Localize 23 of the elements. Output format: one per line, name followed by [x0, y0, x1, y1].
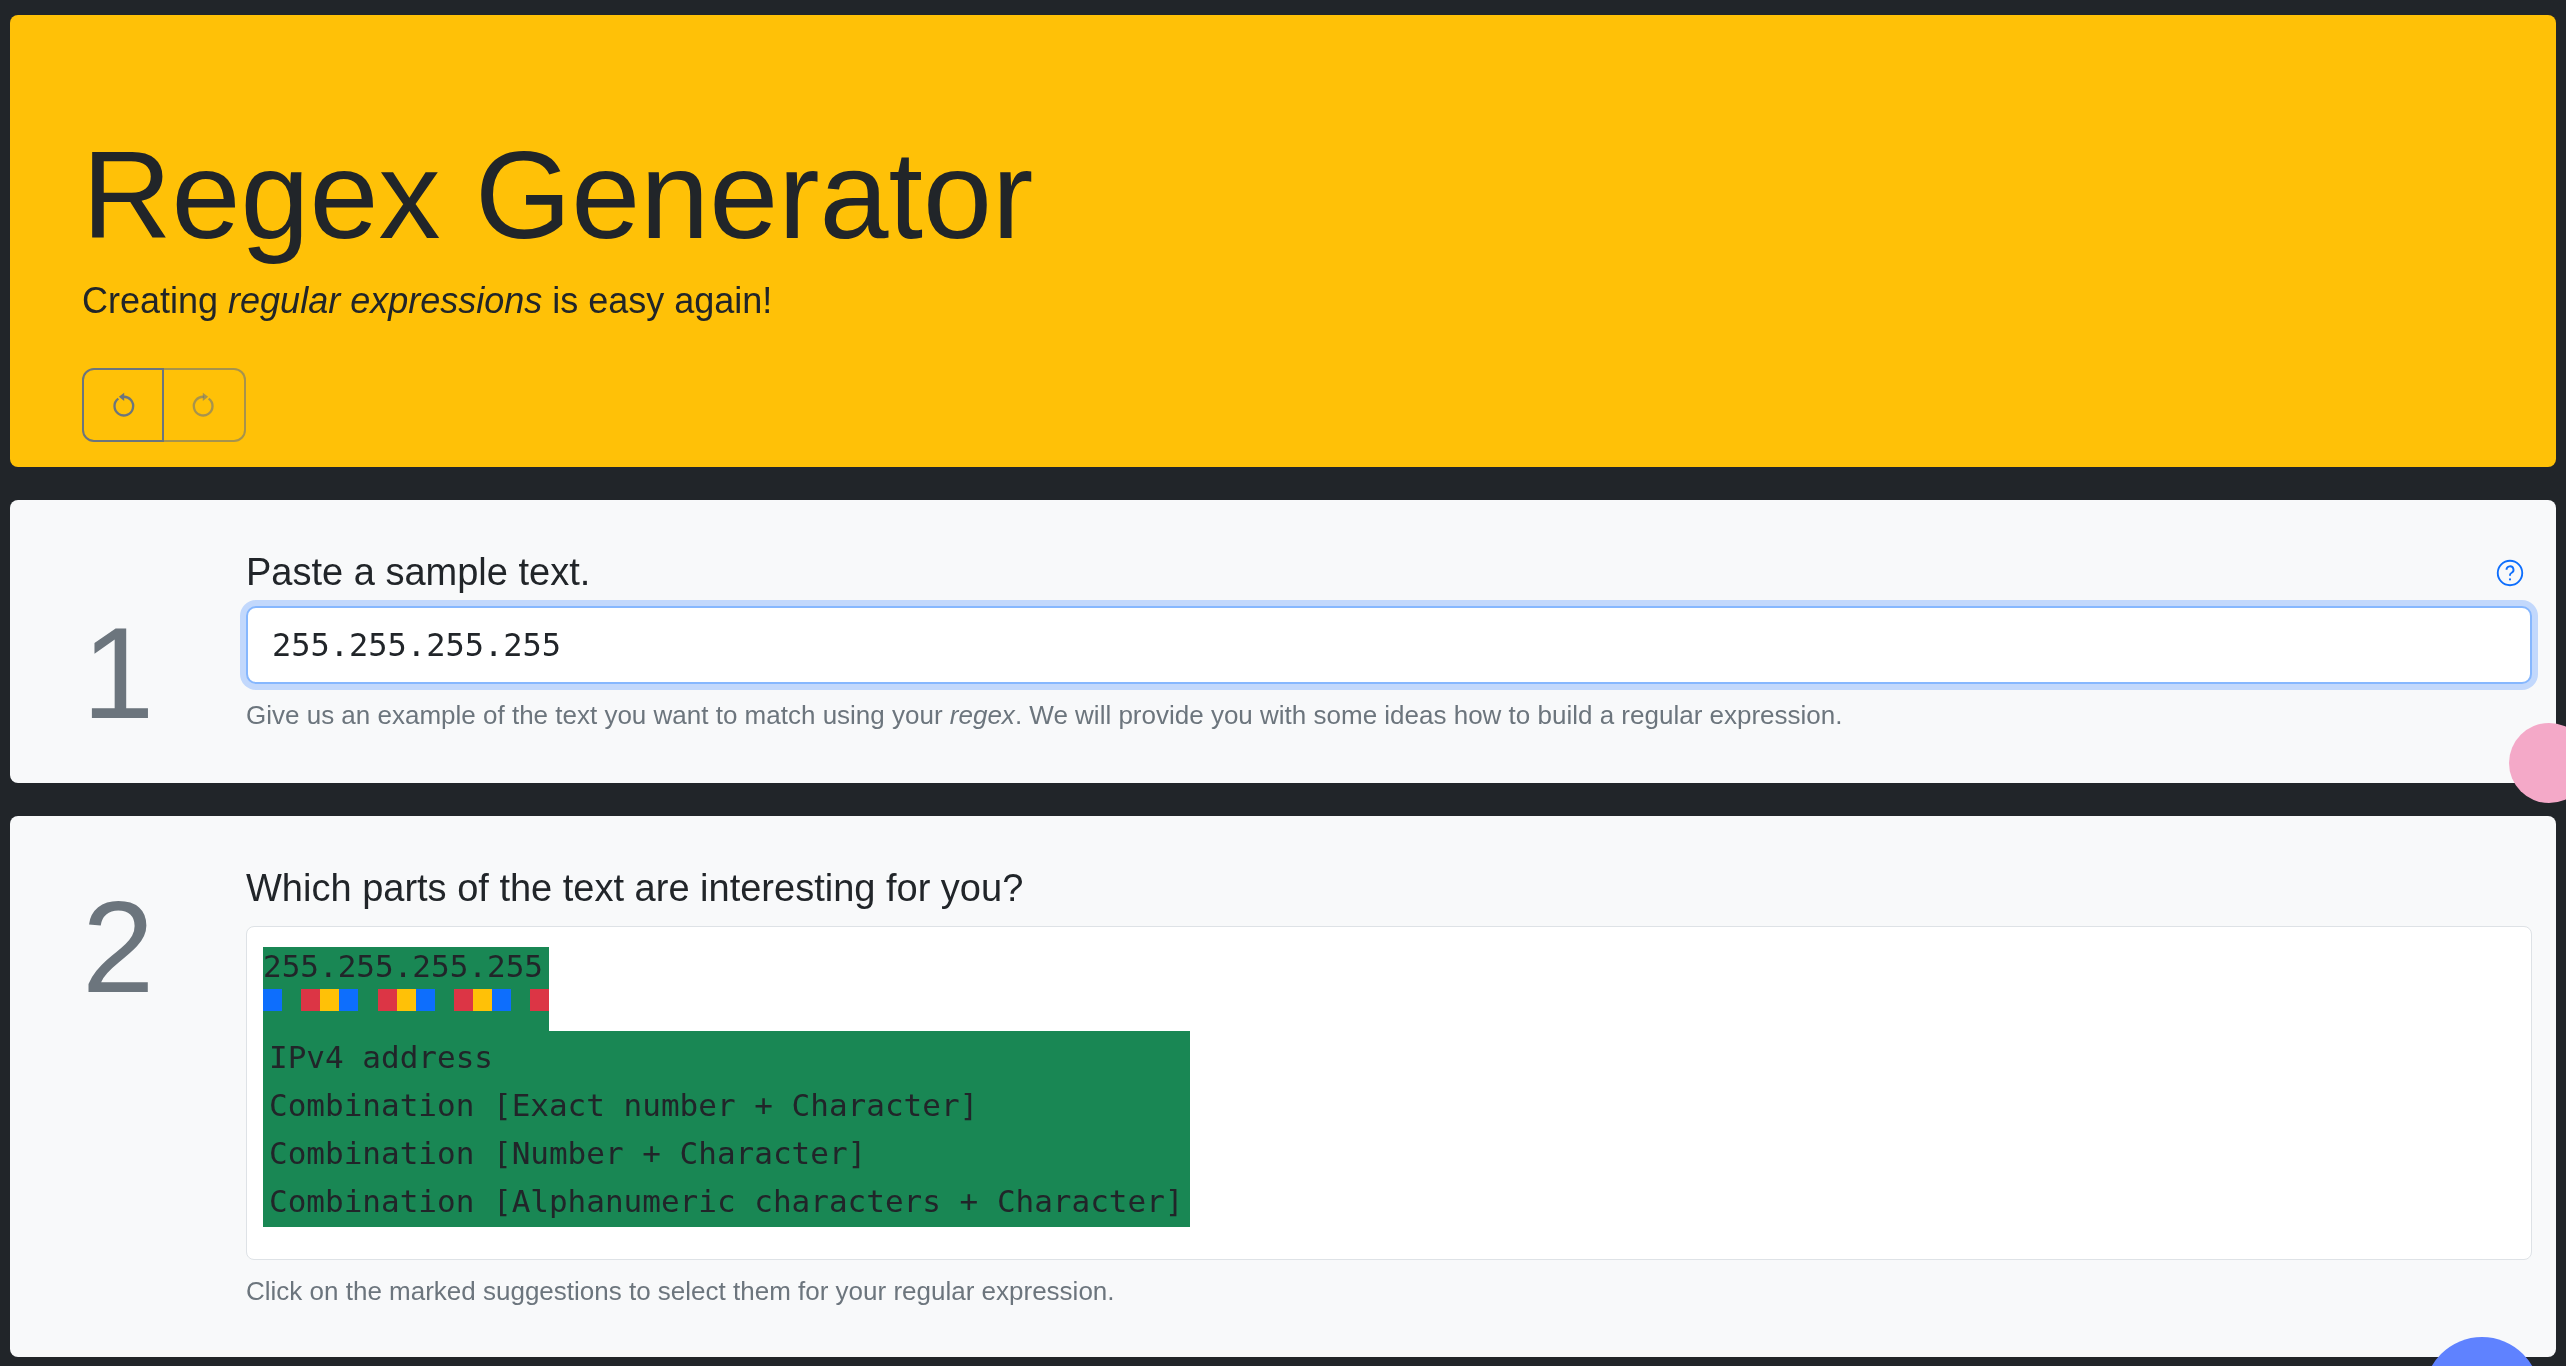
step-number: 1 — [82, 608, 155, 738]
suggestion-item[interactable]: IPv4 address — [263, 1032, 499, 1081]
suggestion-item[interactable]: Combination [Number + Character] — [263, 1128, 873, 1177]
step-heading: Which parts of the text are interesting for you? — [246, 866, 1024, 911]
suggestion-item[interactable]: Combination [Alphanumeric characters + Character] — [263, 1176, 1190, 1225]
char-marker[interactable] — [263, 988, 283, 1011]
help-text: Give us an example of the text you want to match using your regex. We will provide you with some ideas how to build a regular expression. — [246, 698, 1843, 732]
undo-button[interactable] — [82, 367, 164, 442]
char-marker[interactable] — [492, 988, 512, 1011]
char-marker[interactable] — [530, 988, 550, 1011]
sample-text[interactable]: 255.255.255.255 — [263, 946, 550, 989]
char-marker[interactable] — [301, 988, 321, 1011]
sample-text-field[interactable]: 255.255.255.255 — [246, 605, 2532, 684]
step-heading: Paste a sample text. — [246, 550, 591, 595]
page-title: Regex Generator — [82, 125, 1034, 266]
suggestion-item[interactable]: Combination [Exact number + Character] — [263, 1080, 985, 1129]
step-number: 2 — [82, 882, 155, 1012]
help-text: Click on the marked suggestions to select them for your regular expression. — [246, 1274, 1115, 1308]
page-subtitle: Creating regular expressions is easy again! — [82, 278, 773, 323]
char-marker[interactable] — [473, 988, 493, 1011]
char-marker[interactable] — [320, 988, 340, 1011]
help-icon[interactable] — [2496, 558, 2524, 587]
char-marker[interactable] — [339, 988, 359, 1011]
